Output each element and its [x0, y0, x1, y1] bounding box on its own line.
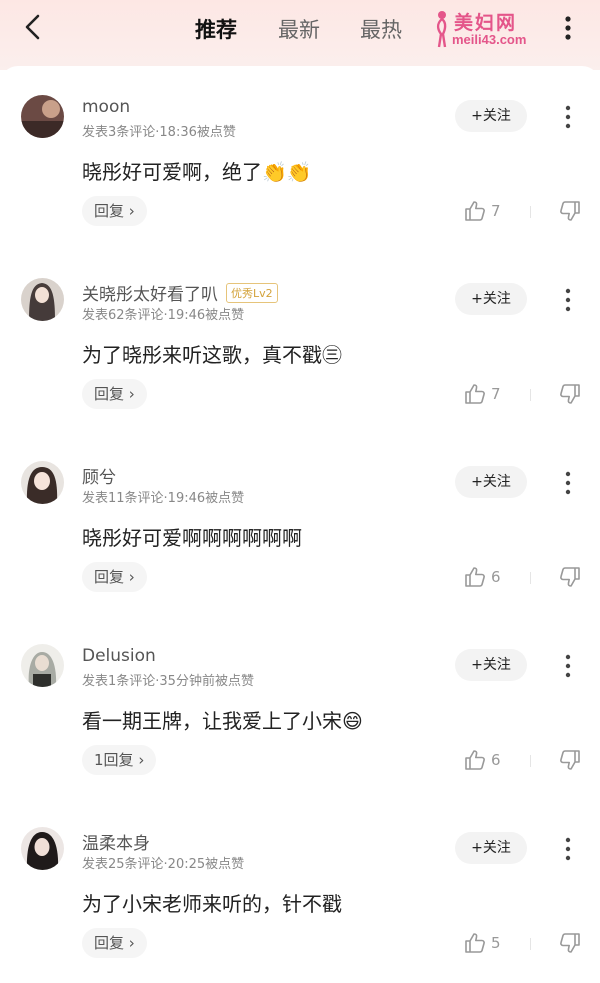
avatar[interactable] — [21, 95, 64, 138]
divider — [530, 206, 531, 218]
avatar[interactable] — [21, 461, 64, 504]
like-count: 5 — [491, 934, 501, 952]
divider — [530, 755, 531, 767]
more-vertical-icon — [565, 288, 571, 312]
reply-button[interactable]: 回复 › — [82, 562, 147, 592]
comment-more-button[interactable] — [560, 287, 576, 313]
dislike-button[interactable] — [558, 382, 582, 408]
thumbs-up-icon — [465, 750, 485, 770]
comment-text: 看一期王牌，让我爱上了小宋😄 — [82, 709, 363, 733]
thumbs-up-icon — [465, 933, 485, 953]
tab-latest[interactable]: 最新 — [278, 14, 320, 44]
comment-meta: 发表11条评论·19:46被点赞 — [82, 491, 245, 506]
thumbs-up-icon — [465, 567, 485, 587]
comment-text: 晓彤好可爱啊啊啊啊啊啊 — [82, 526, 302, 550]
like-button[interactable]: 6 — [463, 565, 501, 591]
thumbs-down-icon — [560, 567, 580, 587]
more-options-button[interactable] — [558, 14, 578, 42]
follow-button[interactable]: +关注 — [455, 466, 527, 498]
comment-meta: 发表3条评论·18:36被点赞 — [82, 125, 236, 140]
thumbs-up-icon — [465, 201, 485, 221]
divider — [530, 572, 531, 584]
top-bar: 推荐 最新 最热 美妇网 meili43.com — [0, 0, 600, 70]
avatar[interactable] — [21, 644, 64, 687]
reply-button[interactable]: 1回复 › — [82, 745, 157, 775]
thumbs-down-icon — [560, 201, 580, 221]
divider — [530, 938, 531, 950]
comment-item: 顾兮 发表11条评论·19:46被点赞 +关注 晓彤好可爱啊啊啊啊啊啊 回复 ›… — [0, 432, 600, 615]
more-vertical-icon — [565, 837, 571, 861]
username[interactable]: Delusion — [82, 646, 156, 666]
avatar[interactable] — [21, 827, 64, 870]
divider — [530, 389, 531, 401]
comment-item: 温柔本身 发表25条评论·20:25被点赞 +关注 为了小宋老师来听的，针不戳 … — [0, 798, 600, 981]
more-vertical-icon — [565, 105, 571, 129]
follow-button[interactable]: +关注 — [455, 649, 527, 681]
thumbs-up-icon — [465, 384, 485, 404]
like-count: 7 — [491, 385, 501, 403]
comment-meta: 发表1条评论·35分钟前被点赞 — [82, 674, 254, 689]
reply-button[interactable]: 回复 › — [82, 379, 147, 409]
username[interactable]: 顾兮 — [82, 463, 116, 488]
like-button[interactable]: 6 — [463, 748, 501, 774]
thumbs-down-icon — [560, 933, 580, 953]
like-count: 6 — [491, 751, 501, 769]
comment-item: moon 发表3条评论·18:36被点赞 +关注 晓彤好可爱啊，绝了👏👏 回复 … — [0, 66, 600, 249]
reply-button[interactable]: 回复 › — [82, 928, 147, 958]
comment-item: 关晓彤太好看了叭 优秀Lv2 发表62条评论·19:46被点赞 +关注 为了晓彤来… — [0, 249, 600, 432]
follow-button[interactable]: +关注 — [455, 283, 527, 315]
like-button[interactable]: 7 — [463, 382, 501, 408]
comment-text: 为了晓彤来听这歌，真不戳㊂ — [82, 343, 342, 367]
comment-more-button[interactable] — [560, 836, 576, 862]
like-button[interactable]: 7 — [463, 199, 501, 225]
comment-more-button[interactable] — [560, 470, 576, 496]
comment-more-button[interactable] — [560, 653, 576, 679]
comment-text: 晓彤好可爱啊，绝了👏👏 — [82, 160, 312, 184]
like-count: 6 — [491, 568, 501, 586]
more-vertical-icon — [565, 654, 571, 678]
dislike-button[interactable] — [558, 565, 582, 591]
tab-hottest[interactable]: 最热 — [360, 14, 402, 44]
level-badge: 优秀Lv2 — [226, 283, 278, 303]
reply-button[interactable]: 回复 › — [82, 196, 147, 226]
woman-figure-icon — [436, 11, 447, 48]
thumbs-down-icon — [560, 384, 580, 404]
username[interactable]: 温柔本身 — [82, 829, 150, 854]
dislike-button[interactable] — [558, 199, 582, 225]
more-vertical-icon — [565, 471, 571, 495]
watermark-name: 美妇网 — [454, 12, 518, 34]
dislike-button[interactable] — [558, 931, 582, 957]
like-button[interactable]: 5 — [463, 931, 501, 957]
follow-button[interactable]: +关注 — [455, 832, 527, 864]
comment-more-button[interactable] — [560, 104, 576, 130]
watermark-logo: 美妇网 meili43.com — [432, 8, 552, 50]
more-vertical-icon — [565, 16, 571, 40]
like-count: 7 — [491, 202, 501, 220]
comment-list: moon 发表3条评论·18:36被点赞 +关注 晓彤好可爱啊，绝了👏👏 回复 … — [0, 66, 600, 983]
thumbs-down-icon — [560, 750, 580, 770]
watermark-url: meili43.com — [452, 32, 527, 47]
username[interactable]: moon — [82, 97, 130, 117]
follow-button[interactable]: +关注 — [455, 100, 527, 132]
comment-meta: 发表62条评论·19:46被点赞 — [82, 308, 245, 323]
tab-recommended[interactable]: 推荐 — [195, 14, 237, 44]
comment-item: Delusion 发表1条评论·35分钟前被点赞 +关注 看一期王牌，让我爱上了… — [0, 615, 600, 798]
dislike-button[interactable] — [558, 748, 582, 774]
username[interactable]: 关晓彤太好看了叭 优秀Lv2 — [82, 280, 278, 305]
avatar[interactable] — [21, 278, 64, 321]
comment-meta: 发表25条评论·20:25被点赞 — [82, 857, 245, 872]
comment-text: 为了小宋老师来听的，针不戳 — [82, 892, 342, 916]
